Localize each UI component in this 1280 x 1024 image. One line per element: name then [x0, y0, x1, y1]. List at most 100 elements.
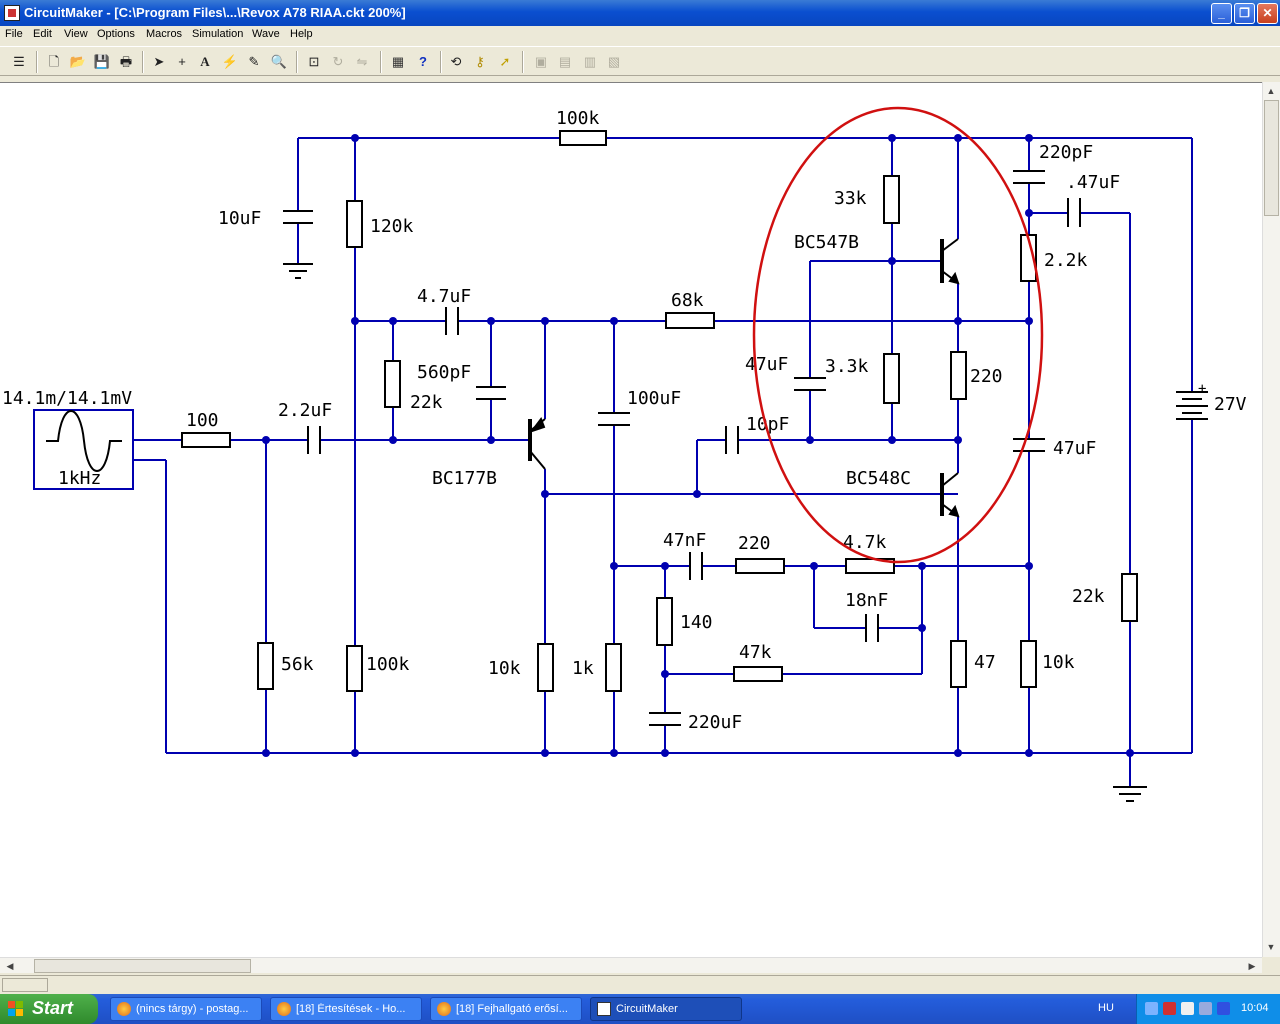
label-27V: 27V: [1214, 394, 1247, 415]
rotate-icon[interactable]: ↻: [329, 53, 347, 71]
label-10uF: 10uF: [218, 208, 261, 229]
volume-icon[interactable]: [1181, 1002, 1194, 1015]
print-icon[interactable]: 🖶: [117, 53, 135, 71]
zoom-fit-icon[interactable]: ⊡: [305, 53, 323, 71]
taskbar-item-notifications[interactable]: [18] Értesítések - Ho...: [270, 997, 422, 1021]
language-indicator[interactable]: HU: [1098, 1002, 1114, 1014]
taskbar-item-headphone[interactable]: [18] Fejhallgató erősí...: [430, 997, 582, 1021]
schematic-drawing[interactable]: 14.1m/14.1mV 1kHz 100k 10uF 120k 4.7uF 6…: [0, 83, 1262, 958]
resistor-220-low: [735, 558, 785, 574]
new-file-icon[interactable]: 🗋: [45, 53, 63, 71]
label-10k-left: 10k: [488, 658, 521, 679]
horizontal-scrollbar[interactable]: ◀ ▶: [0, 957, 1262, 973]
label-047uF: .47uF: [1066, 172, 1120, 193]
netlist-icon[interactable]: ▦: [389, 53, 407, 71]
taskbar-item-mail[interactable]: (nincs tárgy) - postag...: [110, 997, 262, 1021]
menu-simulation[interactable]: Simulation: [192, 28, 243, 40]
monitor-icon[interactable]: [1199, 1002, 1212, 1015]
scroll-left-icon[interactable]: ◀: [2, 958, 18, 974]
resistor-22k-left: [384, 360, 401, 408]
toolbar-separator: [296, 51, 298, 73]
vertical-scrollbar[interactable]: ▲ ▼: [1262, 82, 1280, 957]
label-560pF: 560pF: [417, 362, 471, 383]
wave-icon[interactable]: ▧: [605, 53, 623, 71]
label-68k: 68k: [671, 290, 704, 311]
wire-cross-icon[interactable]: +: [173, 53, 191, 71]
resistor-100k-top: [559, 130, 607, 146]
status-panel: [2, 978, 48, 992]
label-BC547B: BC547B: [794, 232, 859, 253]
menu-help[interactable]: Help: [290, 28, 313, 40]
label-56k: 56k: [281, 654, 314, 675]
resistor-3-3k: [883, 353, 900, 404]
close-button[interactable]: ✕: [1257, 3, 1278, 24]
menu-wave[interactable]: Wave: [252, 28, 280, 40]
vertical-scroll-thumb[interactable]: [1264, 100, 1279, 216]
mirror-icon[interactable]: ⇋: [353, 53, 371, 71]
label-100: 100: [186, 410, 219, 431]
run-icon[interactable]: ➚: [496, 53, 514, 71]
label-220-low: 220: [738, 533, 771, 554]
restore-button[interactable]: ❐: [1234, 3, 1255, 24]
reset-icon[interactable]: ⟲: [447, 53, 465, 71]
horizontal-scroll-thumb[interactable]: [34, 959, 251, 973]
label-18nF: 18nF: [845, 590, 888, 611]
label-10k-right: 10k: [1042, 652, 1075, 673]
task-label: CircuitMaker: [616, 1003, 678, 1015]
windows-flag-icon: [8, 1001, 23, 1016]
zoom-icon[interactable]: 🔍: [270, 53, 288, 71]
help-icon[interactable]: ?: [414, 53, 432, 71]
arrow-select-icon[interactable]: ➤: [150, 53, 168, 71]
component-icon[interactable]: ▣: [532, 53, 550, 71]
key-icon[interactable]: ⚷: [471, 53, 489, 71]
label-3-3k: 3.3k: [825, 356, 869, 377]
schematic-canvas[interactable]: 14.1m/14.1mV 1kHz 100k 10uF 120k 4.7uF 6…: [0, 82, 1280, 957]
probe-icon[interactable]: ⚡: [221, 53, 239, 71]
menu-file[interactable]: File: [5, 28, 23, 40]
label-22k-right: 22k: [1072, 586, 1105, 607]
open-folder-icon[interactable]: 📂: [69, 53, 87, 71]
graph-icon[interactable]: ▥: [581, 53, 599, 71]
label-220-mid: 220: [970, 366, 1003, 387]
start-label: Start: [32, 998, 74, 1018]
menu-options[interactable]: Options: [97, 28, 135, 40]
label-2-2uF: 2.2uF: [278, 400, 332, 421]
firefox-icon: [277, 1002, 291, 1016]
scroll-right-icon[interactable]: ▶: [1244, 958, 1260, 974]
taskbar-item-circuitmaker[interactable]: CircuitMaker: [590, 997, 742, 1021]
menu-edit[interactable]: Edit: [33, 28, 52, 40]
component-labels: 14.1m/14.1mV 1kHz 100k 10uF 120k 4.7uF 6…: [2, 108, 1247, 733]
firefox-icon: [117, 1002, 131, 1016]
app-icon[interactable]: [4, 5, 20, 21]
resistor-47: [950, 640, 967, 688]
menu-macros[interactable]: Macros: [146, 28, 182, 40]
resistor-140: [656, 597, 673, 646]
toolbar: ☰ 🗋 📂 💾 🖶 ➤ + A ⚡ ✎ 🔍 ⊡ ↻ ⇋ ▦ ? ⟲ ⚷ ➚ ▣ …: [0, 46, 1280, 76]
source-value-label: 14.1m/14.1mV: [2, 388, 132, 409]
stack-icon[interactable]: ☰: [10, 53, 28, 71]
menu-view[interactable]: View: [64, 28, 88, 40]
label-140: 140: [680, 612, 713, 633]
resistor-220-mid: [950, 351, 967, 400]
minimize-button[interactable]: _: [1211, 3, 1232, 24]
scroll-down-icon[interactable]: ▼: [1263, 939, 1279, 955]
toolbar-separator: [380, 51, 382, 73]
text-icon[interactable]: A: [196, 53, 214, 71]
window-title: CircuitMaker - [C:\Program Files\...\Rev…: [24, 5, 406, 20]
resistor-47k: [733, 666, 783, 682]
firefox-icon: [437, 1002, 451, 1016]
scroll-up-icon[interactable]: ▲: [1263, 83, 1279, 99]
source-freq-label: 1kHz: [58, 468, 101, 489]
resistor-68k: [665, 312, 715, 329]
label-47uF-right: 47uF: [1053, 438, 1096, 459]
grid-icon[interactable]: ▤: [556, 53, 574, 71]
resistor-120k: [346, 200, 363, 248]
label-100k-low: 100k: [366, 654, 410, 675]
shield-icon[interactable]: [1163, 1002, 1176, 1015]
bluetooth-icon[interactable]: [1217, 1002, 1230, 1015]
pen-icon[interactable]: ✎: [245, 53, 263, 71]
circuitmaker-icon: [597, 1002, 611, 1016]
network-icon[interactable]: [1145, 1002, 1158, 1015]
save-icon[interactable]: 💾: [93, 53, 111, 71]
start-button[interactable]: Start: [0, 994, 98, 1024]
